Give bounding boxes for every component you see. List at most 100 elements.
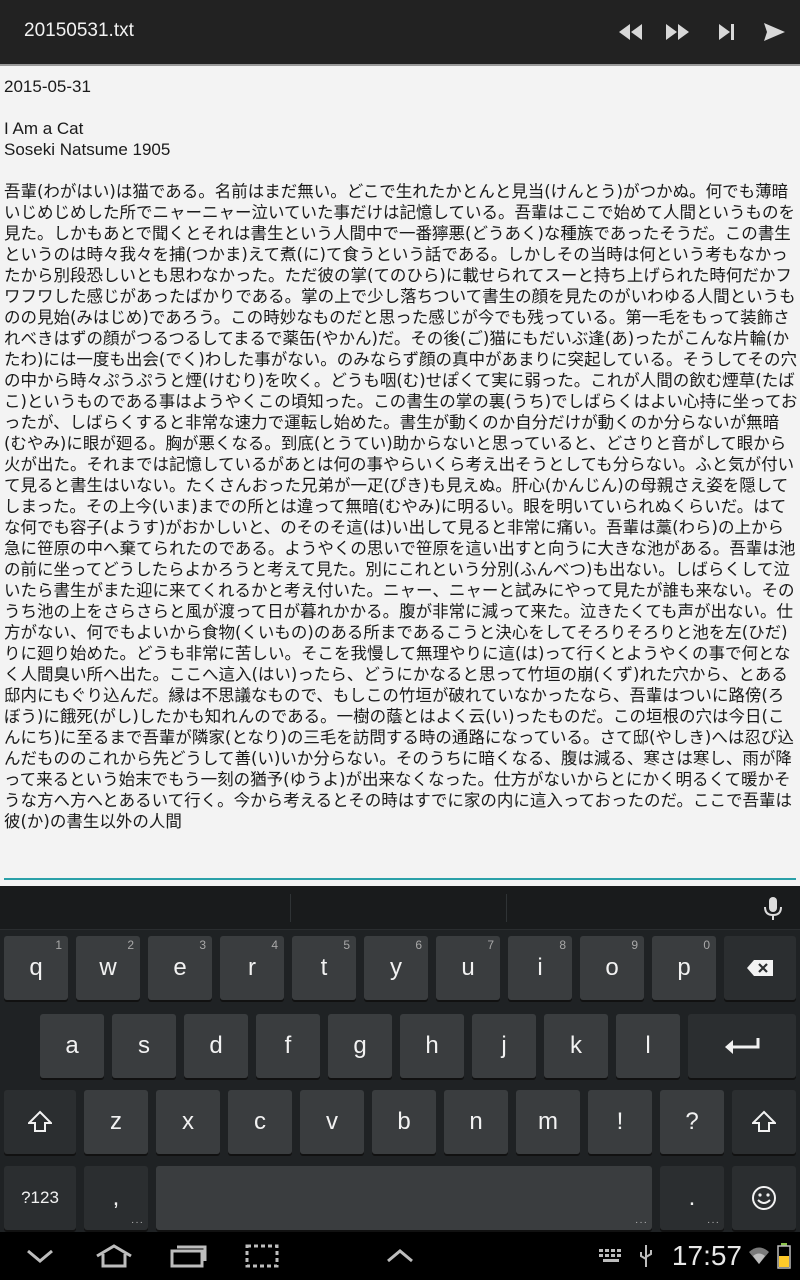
key-l[interactable]: l xyxy=(616,1014,680,1078)
key-hint: 1 xyxy=(55,938,62,952)
more-keys-indicator: ··· xyxy=(131,1217,144,1228)
key-exclamation[interactable]: ! xyxy=(588,1090,652,1154)
recents-button[interactable] xyxy=(166,1240,210,1272)
space-bar[interactable]: ··· xyxy=(156,1166,652,1230)
screenshot-button[interactable] xyxy=(242,1240,282,1272)
skip-next-button[interactable] xyxy=(710,16,742,48)
more-keys-indicator: ··· xyxy=(707,1217,720,1228)
key-a[interactable]: a xyxy=(40,1014,104,1078)
editor-content[interactable]: 2015-05-31 I Am a Cat Soseki Natsume 1905 吾… xyxy=(4,76,798,876)
battery-icon xyxy=(777,1243,791,1269)
shift-icon xyxy=(752,1110,776,1132)
send-button[interactable] xyxy=(758,16,790,48)
book-author-line: Soseki Natsume 1905 xyxy=(4,140,171,159)
book-title: I Am a Cat xyxy=(4,119,84,138)
keyboard-icon xyxy=(599,1249,621,1262)
key-label: q xyxy=(29,954,43,981)
comma-key[interactable]: , ··· xyxy=(84,1166,148,1230)
backspace-key[interactable] xyxy=(724,936,796,1000)
key-hint: 5 xyxy=(343,938,350,952)
body-text: 吾輩(わがはい)は猫である。名前はまだ無い。どこで生れたかとんと見当(けんとう)… xyxy=(4,182,798,831)
key-label: e xyxy=(173,954,187,981)
key-label: i xyxy=(537,954,543,981)
enter-key[interactable] xyxy=(688,1014,796,1078)
key-hint: 4 xyxy=(271,938,278,952)
send-icon xyxy=(764,23,785,41)
key-j[interactable]: j xyxy=(472,1014,536,1078)
key-t[interactable]: t5 xyxy=(292,936,356,1000)
key-label: u xyxy=(461,954,475,981)
key-c[interactable]: c xyxy=(228,1090,292,1154)
key-f[interactable]: f xyxy=(256,1014,320,1078)
key-label: y xyxy=(390,954,402,981)
wifi-icon xyxy=(749,1247,769,1264)
suggestion-strip xyxy=(0,886,800,930)
home-button[interactable] xyxy=(90,1240,138,1272)
soft-keyboard: q1w2e3r4t5y6u7i8o9p0 asdfghjkl z x c v b n m!?… xyxy=(0,886,800,1232)
key-hint: 3 xyxy=(199,938,206,952)
key-h[interactable]: h xyxy=(400,1014,464,1078)
emoji-key[interactable] xyxy=(732,1166,796,1230)
rewind-button[interactable] xyxy=(614,16,646,48)
screenshot-icon xyxy=(245,1244,279,1268)
key-y[interactable]: y6 xyxy=(364,936,428,1000)
key-b[interactable]: b xyxy=(372,1090,436,1154)
key-o[interactable]: o9 xyxy=(580,936,644,1000)
more-keys-indicator: ··· xyxy=(635,1217,648,1228)
suggestion-divider xyxy=(506,894,507,922)
key-e[interactable]: e3 xyxy=(148,936,212,1000)
period-key[interactable]: . ··· xyxy=(660,1166,724,1230)
navigation-bar: 17:57 xyxy=(0,1232,800,1280)
key-z[interactable]: z xyxy=(84,1090,148,1154)
text-editor[interactable]: 2015-05-31 I Am a Cat Soseki Natsume 1905 吾… xyxy=(0,64,800,886)
rewind-icon xyxy=(619,24,642,40)
key-q[interactable]: q1 xyxy=(4,936,68,1000)
backspace-icon xyxy=(747,960,773,976)
fast-forward-icon xyxy=(666,24,689,40)
key-label: w xyxy=(99,954,117,981)
key-hint: 6 xyxy=(415,938,422,952)
key-label: t xyxy=(320,954,328,981)
key-w[interactable]: w2 xyxy=(76,936,140,1000)
key-m[interactable]: m xyxy=(516,1090,580,1154)
menu-up-button[interactable] xyxy=(380,1240,420,1272)
period-label: . xyxy=(688,1184,696,1211)
action-bar: 20150531.txt xyxy=(0,0,800,64)
file-title: 20150531.txt xyxy=(24,20,134,41)
symbols-key[interactable]: ?123 xyxy=(4,1166,76,1230)
key-x[interactable]: x xyxy=(156,1090,220,1154)
usb-icon xyxy=(640,1245,652,1267)
key-label: r xyxy=(248,954,256,981)
key-r[interactable]: r4 xyxy=(220,936,284,1000)
date-line: 2015-05-31 xyxy=(4,77,91,96)
key-g[interactable]: g xyxy=(328,1014,392,1078)
key-hint: 8 xyxy=(559,938,566,952)
suggestion-divider xyxy=(290,894,291,922)
key-u[interactable]: u7 xyxy=(436,936,500,1000)
comma-label: , xyxy=(112,1184,120,1211)
mic-icon[interactable] xyxy=(762,896,784,922)
key-hint: 0 xyxy=(703,938,710,952)
key-hint: 7 xyxy=(487,938,494,952)
key-p[interactable]: p0 xyxy=(652,936,716,1000)
skip-next-icon xyxy=(719,24,734,40)
key-n[interactable]: n xyxy=(444,1090,508,1154)
fast-forward-button[interactable] xyxy=(662,16,694,48)
home-icon xyxy=(96,1244,132,1268)
menu-up-icon xyxy=(387,1249,413,1263)
key-v[interactable]: v xyxy=(300,1090,364,1154)
key-k[interactable]: k xyxy=(544,1014,608,1078)
enter-icon xyxy=(725,1038,760,1054)
key-s[interactable]: s xyxy=(112,1014,176,1078)
key-label: o xyxy=(605,954,619,981)
key-hint: 2 xyxy=(127,938,134,952)
key-question[interactable]: ? xyxy=(660,1090,724,1154)
shift-icon xyxy=(28,1110,52,1132)
status-clock: 17:57 xyxy=(671,1240,742,1271)
key-i[interactable]: i8 xyxy=(508,936,572,1000)
emoji-icon xyxy=(752,1186,776,1210)
key-d[interactable]: d xyxy=(184,1014,248,1078)
shift-key-right[interactable] xyxy=(732,1090,796,1154)
back-button[interactable] xyxy=(20,1240,60,1272)
shift-key-left[interactable] xyxy=(4,1090,76,1154)
